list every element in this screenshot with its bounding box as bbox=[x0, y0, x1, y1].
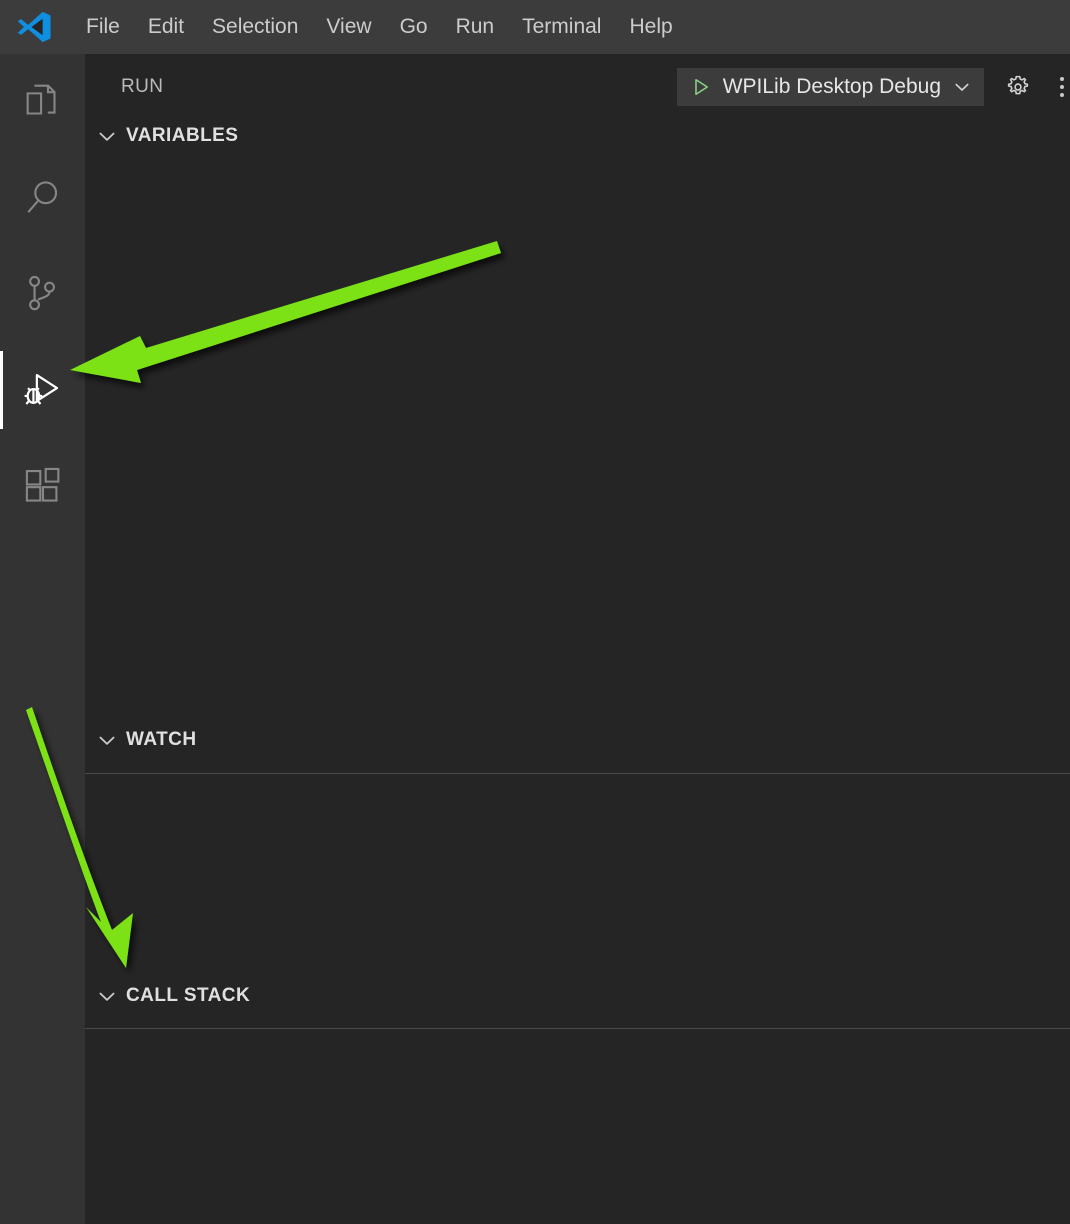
active-indicator bbox=[0, 351, 3, 429]
menu-view[interactable]: View bbox=[312, 0, 385, 54]
sidebar-header: RUN WPILib Desktop Debug bbox=[85, 54, 1070, 119]
files-icon bbox=[26, 84, 56, 115]
menu-selection[interactable]: Selection bbox=[198, 0, 312, 54]
section-call-stack-body bbox=[85, 1016, 1070, 1224]
menu-edit[interactable]: Edit bbox=[134, 0, 198, 54]
activity-item-run-and-debug[interactable] bbox=[0, 342, 85, 438]
dot bbox=[1060, 92, 1064, 97]
activity-item-extensions[interactable] bbox=[0, 438, 85, 534]
activity-item-search[interactable] bbox=[0, 150, 85, 246]
title-bar: File Edit Selection View Go Run Terminal… bbox=[0, 0, 1070, 54]
sidebar-view-title: RUN bbox=[121, 75, 164, 97]
chevron-down-icon bbox=[99, 992, 115, 1001]
search-icon bbox=[26, 181, 57, 213]
section-variables-body bbox=[85, 156, 1070, 773]
dot bbox=[1060, 84, 1064, 89]
chevron-down-icon bbox=[955, 83, 969, 91]
dot bbox=[1060, 76, 1064, 81]
section-variables: VARIABLES bbox=[85, 116, 1070, 773]
section-variables-header[interactable]: VARIABLES bbox=[85, 116, 1070, 156]
extensions-icon bbox=[25, 467, 59, 502]
vscode-window: File Edit Selection View Go Run Terminal… bbox=[0, 0, 1070, 1224]
vscode-logo-icon bbox=[12, 8, 56, 46]
menu-go[interactable]: Go bbox=[386, 0, 442, 54]
menu-run[interactable]: Run bbox=[442, 0, 509, 54]
section-call-stack-header[interactable]: CALL STACK bbox=[85, 976, 1070, 1016]
more-actions-button[interactable] bbox=[1060, 65, 1070, 109]
section-variables-title: VARIABLES bbox=[126, 125, 239, 146]
sidebar-toolbar: WPILib Desktop Debug bbox=[676, 54, 1070, 119]
run-and-debug-icon bbox=[24, 373, 58, 405]
section-watch-body bbox=[85, 760, 1070, 976]
chevron-down-icon bbox=[99, 736, 115, 745]
source-control-icon bbox=[28, 275, 55, 311]
chevron-down-icon bbox=[99, 132, 115, 141]
run-and-debug-sidebar: RUN WPILib Desktop Debug VARIABLES WATCH… bbox=[85, 54, 1070, 1224]
open-launch-json-gear-button[interactable] bbox=[996, 65, 1040, 109]
section-call-stack-title: CALL STACK bbox=[126, 985, 251, 1006]
launch-configuration-label: WPILib Desktop Debug bbox=[722, 74, 941, 98]
activity-item-explorer[interactable] bbox=[0, 54, 85, 150]
menu-terminal[interactable]: Terminal bbox=[508, 0, 615, 54]
play-triangle-icon bbox=[694, 78, 708, 95]
gear-icon bbox=[1007, 75, 1029, 94]
menu-help[interactable]: Help bbox=[615, 0, 686, 54]
menu-bar: File Edit Selection View Go Run Terminal… bbox=[72, 0, 687, 54]
activity-item-source-control[interactable] bbox=[0, 246, 85, 342]
section-call-stack: CALL STACK bbox=[85, 976, 1070, 1224]
section-watch-header[interactable]: WATCH bbox=[85, 720, 1070, 760]
section-watch-title: WATCH bbox=[126, 729, 197, 750]
launch-configuration-select[interactable]: WPILib Desktop Debug bbox=[676, 67, 984, 106]
section-watch: WATCH bbox=[85, 720, 1070, 976]
activity-bar bbox=[0, 54, 85, 1224]
menu-file[interactable]: File bbox=[72, 0, 134, 54]
